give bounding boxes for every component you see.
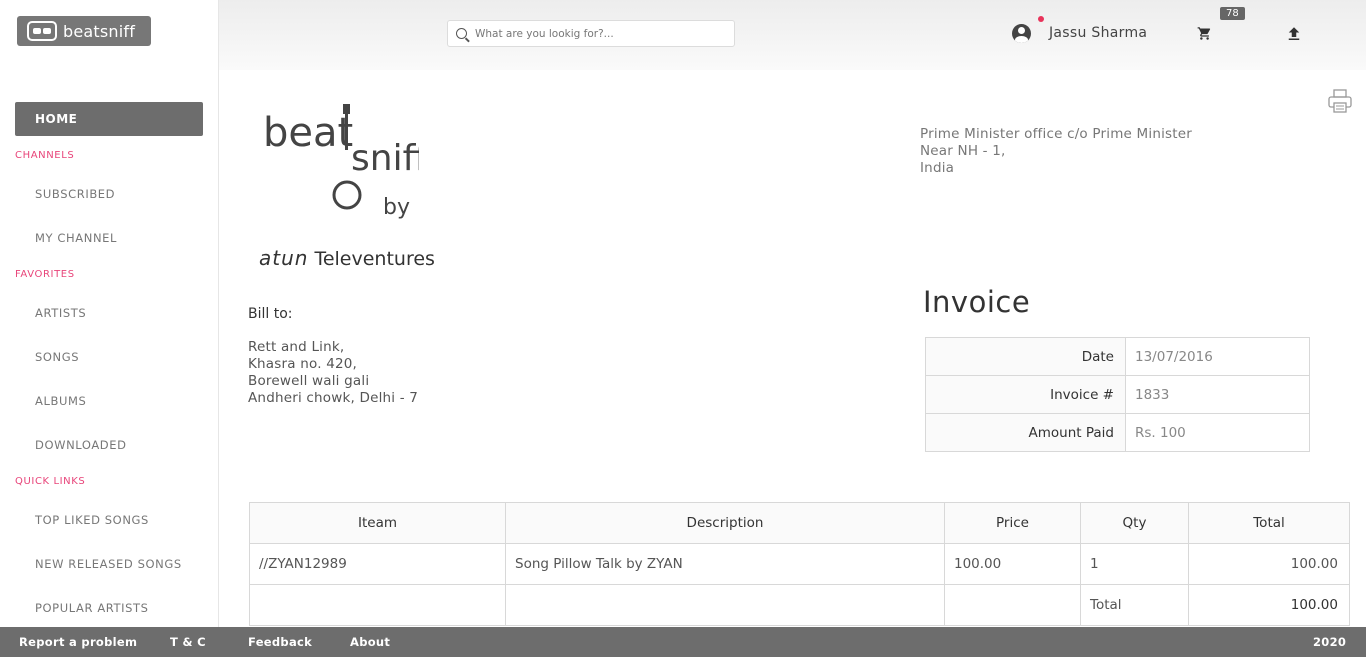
meta-value: Rs. 100 <box>1125 413 1310 452</box>
sidebar-section-favorites: FAVORITES <box>15 269 75 280</box>
cell-qty: 1 <box>1080 543 1189 585</box>
search-box[interactable] <box>447 20 735 47</box>
cart-count-badge: 78 <box>1220 7 1245 20</box>
sidebar-item-my-channel[interactable]: MY CHANNEL <box>35 231 117 245</box>
table-row: //ZYAN12989 Song Pillow Talk by ZYAN 100… <box>249 543 1350 585</box>
invoice-page: beat sniff by atun Televentures Prime Mi… <box>219 70 1366 627</box>
cell-empty <box>944 584 1081 626</box>
bill-address-line: Rett and Link, <box>248 339 345 355</box>
footer-link-feedback[interactable]: Feedback <box>248 635 312 649</box>
search-icon <box>456 28 467 39</box>
table-total-row: Total 100.00 <box>249 584 1350 626</box>
glasses-logo-icon <box>27 21 57 41</box>
meta-row-date: Date 13/07/2016 <box>925 337 1310 376</box>
invoice-title: Invoice <box>923 285 1031 319</box>
footer-link-terms[interactable]: T & C <box>170 635 206 649</box>
upload-icon[interactable] <box>1285 24 1303 44</box>
seller-address-line: Prime Minister office c/o Prime Minister <box>920 126 1193 142</box>
brand-company-prefix: atun <box>259 246 309 270</box>
cell-item: //ZYAN12989 <box>249 543 506 585</box>
sidebar-item-artists[interactable]: ARTISTS <box>35 306 86 320</box>
brand-word-sniff: sniff <box>351 138 419 179</box>
column-header-price: Price <box>944 502 1081 544</box>
brand-company: atun Televentures <box>259 246 435 270</box>
bill-address-line: Khasra no. 420, <box>248 356 358 372</box>
column-header-total: Total <box>1188 502 1350 544</box>
user-name[interactable]: Jassu Sharma <box>1049 25 1147 41</box>
sidebar-item-albums[interactable]: ALBUMS <box>35 394 86 408</box>
logo-text: beatsniff <box>63 21 136 41</box>
footer: Report a problem T & C Feedback About 20… <box>0 627 1366 657</box>
sidebar-item-songs[interactable]: SONGS <box>35 350 79 364</box>
bill-address-line: Andheri chowk, Delhi - 7 <box>248 390 419 406</box>
total-label: Total <box>1080 584 1189 626</box>
brand-word-beat: beat <box>263 110 353 156</box>
account-icon[interactable] <box>1012 24 1031 43</box>
cell-description: Song Pillow Talk by ZYAN <box>505 543 945 585</box>
search-input[interactable] <box>475 27 725 40</box>
print-icon[interactable] <box>1327 88 1353 114</box>
top-header: Jassu Sharma 78 <box>219 0 1366 70</box>
column-header-item: Iteam <box>249 502 506 544</box>
total-value: 100.00 <box>1188 584 1350 626</box>
seller-address-line: India <box>920 160 955 176</box>
invoice-meta-table: Date 13/07/2016 Invoice # 1833 Amount Pa… <box>925 337 1310 452</box>
column-header-description: Description <box>505 502 945 544</box>
cell-empty <box>505 584 945 626</box>
meta-value: 1833 <box>1125 375 1310 414</box>
sidebar: beatsniff HOME CHANNELS SUBSCRIBED MY CH… <box>0 0 219 627</box>
sidebar-item-downloaded[interactable]: DOWNLOADED <box>35 438 127 452</box>
meta-label: Invoice # <box>925 375 1126 414</box>
meta-row-amount-paid: Amount Paid Rs. 100 <box>925 413 1310 452</box>
footer-link-about[interactable]: About <box>350 635 390 649</box>
footer-link-report-problem[interactable]: Report a problem <box>19 635 137 649</box>
table-header-row: Iteam Description Price Qty Total <box>249 502 1350 544</box>
invoice-items-table: Iteam Description Price Qty Total //ZYAN… <box>249 502 1350 626</box>
sidebar-item-top-liked-songs[interactable]: TOP LIKED SONGS <box>35 513 149 527</box>
bill-to-label: Bill to: <box>248 306 293 322</box>
sidebar-item-new-released-songs[interactable]: NEW RELEASED SONGS <box>35 557 182 571</box>
brand-word-by: by <box>383 195 410 220</box>
bill-to-address: Rett and Link, Khasra no. 420, Borewell … <box>248 339 418 407</box>
meta-row-invoice-number: Invoice # 1833 <box>925 375 1310 414</box>
footer-year: 2020 <box>1313 635 1347 649</box>
sidebar-section-quick-links: QUICK LINKS <box>15 476 86 487</box>
brand-company-name: Televentures <box>314 248 435 270</box>
sidebar-item-subscribed[interactable]: SUBSCRIBED <box>35 187 115 201</box>
sidebar-item-popular-artists[interactable]: POPULAR ARTISTS <box>35 601 149 615</box>
seller-address-line: Near NH - 1, <box>920 143 1006 159</box>
app: beatsniff HOME CHANNELS SUBSCRIBED MY CH… <box>0 0 1366 657</box>
sidebar-item-home[interactable]: HOME <box>15 102 203 136</box>
meta-value: 13/07/2016 <box>1125 337 1310 376</box>
beatsniff-brand-logo: beat sniff by <box>263 104 419 220</box>
sidebar-section-channels: CHANNELS <box>15 150 75 161</box>
app-logo[interactable]: beatsniff <box>17 16 151 46</box>
seller-address: Prime Minister office c/o Prime Minister… <box>920 126 1192 177</box>
meta-label: Amount Paid <box>925 413 1126 452</box>
cell-empty <box>249 584 506 626</box>
column-header-qty: Qty <box>1080 502 1189 544</box>
cell-price: 100.00 <box>944 543 1081 585</box>
notification-dot <box>1038 16 1044 22</box>
cell-total: 100.00 <box>1188 543 1350 585</box>
bill-address-line: Borewell wali gali <box>248 373 370 389</box>
cart-icon[interactable] <box>1197 26 1212 41</box>
meta-label: Date <box>925 337 1126 376</box>
